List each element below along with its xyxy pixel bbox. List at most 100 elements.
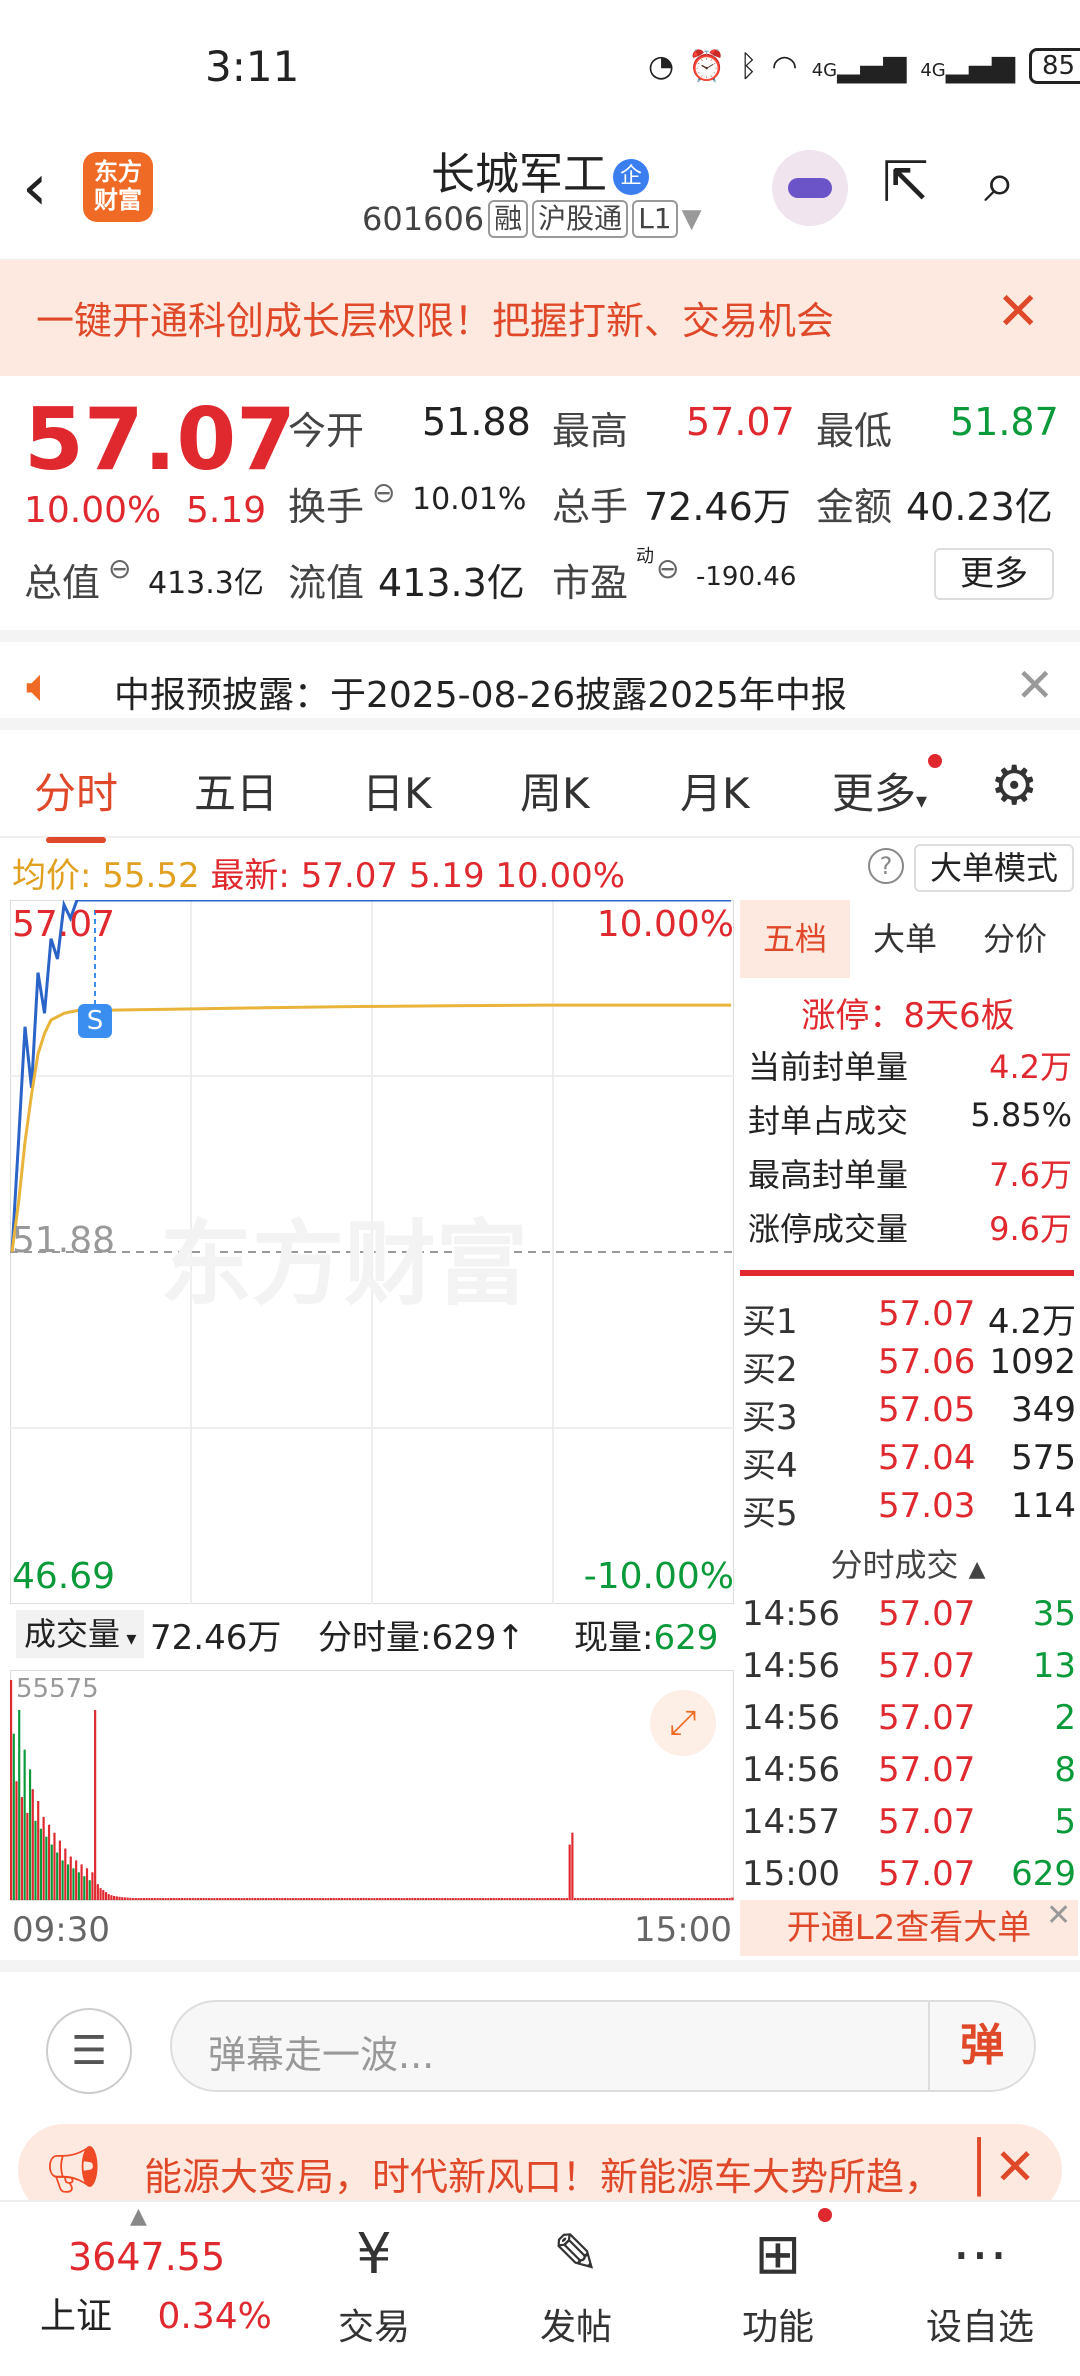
volume-bar (433, 1898, 436, 1900)
tab-five-day[interactable]: 五日 (194, 760, 278, 821)
promo-banner[interactable]: 一键开通科创成长层权限！把握打新、交易机会 ✕ (0, 260, 1080, 376)
volume-bar (536, 1898, 539, 1900)
volume-selector[interactable]: 成交量 ▾ (16, 1610, 145, 1658)
index-ticker[interactable]: ▲ 3647.55 上证 0.34% (40, 2202, 280, 2339)
volume-bar (370, 1898, 373, 1900)
volume-bar (481, 1898, 484, 1900)
caret-down-icon: ▼ (681, 204, 702, 234)
low-label: 最低 (816, 409, 893, 453)
limit-stat-row: 最高封单量 7.6万 (748, 1150, 1072, 1196)
volume-bar (245, 1898, 249, 1900)
tab-big-orders[interactable]: 大单 (850, 900, 960, 978)
nav-trade[interactable]: ¥ 交易 (294, 2202, 454, 2350)
volume-value: 72.46万 (644, 485, 791, 529)
bid-volume: 349 (1011, 1390, 1076, 1430)
tick-price: 57.07 (878, 1646, 976, 1686)
index-name: 上证 (40, 2296, 113, 2337)
bid-row[interactable]: 买1 57.07 4.2万 (742, 1294, 1076, 1342)
volume-bar (511, 1898, 514, 1900)
more-button[interactable]: 更多 (934, 548, 1054, 600)
volume-bar (348, 1898, 352, 1900)
close-icon[interactable]: ✕ (1015, 658, 1054, 712)
l2-upgrade-button[interactable]: 开通L2查看大单 (740, 1900, 1078, 1956)
speaker-icon: 🔈︎ (26, 658, 54, 712)
close-icon[interactable]: │✕ (964, 2138, 1036, 2196)
volume-bar (546, 1898, 550, 1900)
volume-bar (216, 1898, 219, 1900)
settings-gear-icon[interactable]: ⚙ (990, 754, 1038, 817)
volume-bar (161, 1898, 165, 1900)
assistant-avatar-icon[interactable] (772, 150, 848, 226)
comment-input[interactable]: 弹幕走一波... 弹 (170, 2000, 1036, 2092)
stat-label: 涨停成交量 (748, 1210, 909, 1248)
bid-volume: 114 (1011, 1486, 1076, 1526)
volume-bar (115, 1896, 118, 1900)
help-icon[interactable]: ? (868, 848, 904, 884)
volume-bar (614, 1898, 617, 1900)
nav-post[interactable]: ✎ 发帖 (496, 2202, 656, 2350)
volume-bar (237, 1898, 240, 1900)
search-icon[interactable]: ⌕ (984, 150, 1015, 216)
send-comment-button[interactable]: 弹 (928, 2002, 1034, 2090)
volume-bar (403, 1898, 406, 1900)
volume-bar (156, 1898, 159, 1900)
nav-watchlist[interactable]: ⋯ 设自选 (900, 2202, 1060, 2350)
volume-bar (677, 1898, 680, 1900)
tick-price: 57.07 (878, 1698, 976, 1738)
expand-icon[interactable]: ⤢ (650, 1690, 716, 1756)
volume-bar (12, 1733, 15, 1900)
volume-chart[interactable]: 成交量 ▾ 72.46万 分时量:629↑ 现量:629 55575 ⤢ 09:… (10, 1610, 734, 1950)
tab-weekly-k[interactable]: 周K (520, 760, 590, 821)
volume-bar (270, 1898, 273, 1900)
tab-more[interactable]: 更多▾ (832, 760, 927, 821)
volume-bar (630, 1898, 634, 1900)
tab-intraday[interactable]: 分时 (34, 760, 118, 843)
connect-tag: 沪股通 (532, 200, 629, 238)
volume-bar (232, 1898, 235, 1900)
info-icon[interactable]: ⊖ (108, 552, 131, 585)
bid-label: 买1 (742, 1302, 798, 1342)
volume-bar (50, 1844, 53, 1900)
volume-bar (359, 1898, 362, 1900)
bid-row[interactable]: 买5 57.03 114 (742, 1486, 1076, 1534)
volume-bar (129, 1897, 132, 1900)
intraday-chart[interactable]: 57.07 10.00% 51.88 46.69 -10.00% 东方财富 S (10, 900, 734, 1604)
ticks-title[interactable]: 分时成交 ▲ (740, 1540, 1076, 1586)
stock-subtitle[interactable]: 601606 融 沪股通 L1 ▼ (362, 200, 702, 238)
volume-bar (731, 1897, 734, 1900)
volume-bar (606, 1898, 609, 1900)
index-pct: 0.34% (157, 2296, 272, 2337)
tab-five-level[interactable]: 五档 (740, 900, 850, 978)
volume-bar (180, 1898, 183, 1900)
volume-bar (104, 1892, 108, 1900)
tab-price-dist[interactable]: 分价 (960, 900, 1070, 978)
comment-settings-icon[interactable]: ☰ (46, 2008, 132, 2094)
close-icon[interactable]: ✕ (996, 282, 1040, 342)
big-order-mode-button[interactable]: 大单模式 (914, 844, 1074, 892)
wifi-icon: ◠ (771, 48, 798, 84)
info-icon[interactable]: ⊖ (656, 552, 679, 585)
volume-bar (34, 1820, 37, 1900)
bid-row[interactable]: 买3 57.05 349 (742, 1390, 1076, 1438)
tick-row: 14:56 57.07 13 (742, 1646, 1076, 1694)
volume-bar (302, 1898, 306, 1900)
volume-bar (395, 1898, 398, 1900)
volume-bar (72, 1868, 75, 1900)
volume-bar (530, 1898, 533, 1900)
edit-icon: ✎ (552, 2222, 600, 2287)
bid-row[interactable]: 买2 57.06 1092 (742, 1342, 1076, 1390)
tab-daily-k[interactable]: 日K (362, 760, 432, 821)
status-time: 3:11 (205, 42, 300, 91)
info-icon[interactable]: ⊖ (372, 476, 395, 509)
nav-functions[interactable]: ⊞ 功能 (698, 2202, 858, 2350)
volume-bar (367, 1898, 371, 1900)
volume-bar (557, 1898, 560, 1900)
share-icon[interactable]: ⇱ (882, 150, 929, 215)
tick-time: 14:56 (742, 1646, 840, 1686)
notice-bar[interactable]: 🔈︎ 中报预披露：于2025-08-26披露2025年中报 ✕ (0, 630, 1080, 730)
bid-row[interactable]: 买4 57.04 575 (742, 1438, 1076, 1486)
mktcap-value: 413.3亿 (148, 566, 264, 601)
close-icon[interactable]: ✕ (1046, 1898, 1071, 1933)
s-marker-icon[interactable]: S (78, 1004, 112, 1038)
tab-monthly-k[interactable]: 月K (680, 760, 750, 821)
